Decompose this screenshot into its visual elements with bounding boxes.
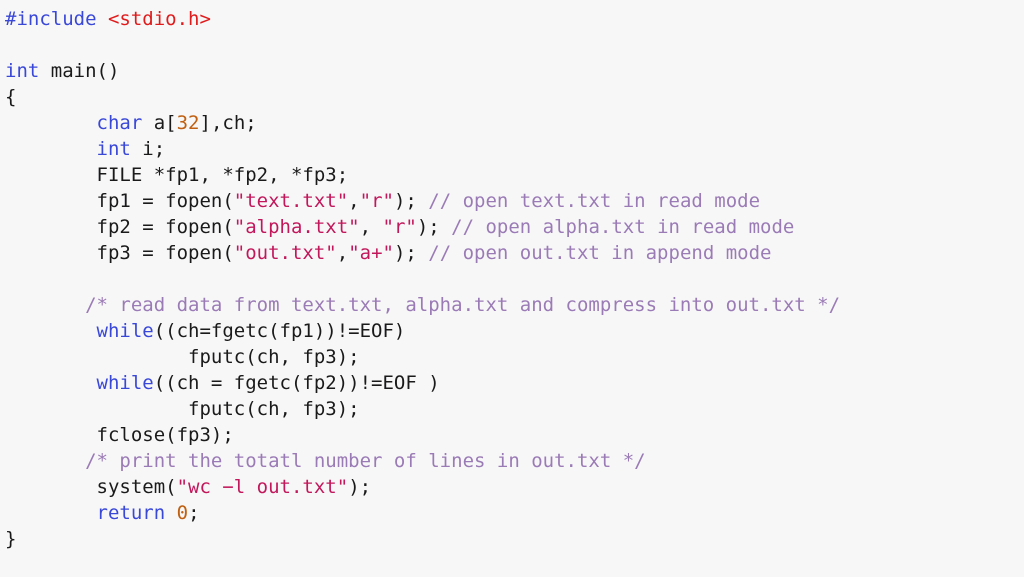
code-token-pln: ],ch; xyxy=(199,112,257,134)
code-token-str: "out.txt" xyxy=(233,242,337,264)
code-token-num: 32 xyxy=(176,112,200,134)
code-token-pln: ((ch = fgetc(fp2))!=EOF ) xyxy=(153,372,440,394)
code-token-pre: #include xyxy=(5,8,108,30)
code-line: fclose(fp3); xyxy=(5,422,1024,448)
code-token-pln: fputc(ch, fp3); xyxy=(5,398,360,420)
code-token-pln xyxy=(5,502,97,524)
code-line: char a[32],ch; xyxy=(5,110,1024,136)
code-token-pln: ((ch=fgetc(fp1))!=EOF) xyxy=(153,320,406,342)
code-token-pln xyxy=(5,320,97,342)
code-token-pln: { xyxy=(5,86,17,108)
code-line: } xyxy=(5,526,1024,552)
code-token-pln xyxy=(5,450,85,472)
code-token-pln: ); xyxy=(393,190,429,212)
code-token-pln: ); xyxy=(393,242,429,264)
code-line: FILE *fp1, *fp2, *fp3; xyxy=(5,162,1024,188)
code-token-pln: main() xyxy=(39,60,120,82)
code-token-num: 0 xyxy=(176,502,189,524)
code-token-pln: fclose(fp3); xyxy=(5,424,234,446)
code-token-pln xyxy=(165,502,176,524)
code-line: fp3 = fopen("out.txt","a+"); // open out… xyxy=(5,240,1024,266)
code-line: /* print the totatl number of lines in o… xyxy=(5,448,1024,474)
code-token-pln: FILE *fp1, *fp2, *fp3; xyxy=(5,164,349,186)
code-token-pln xyxy=(5,372,97,394)
code-token-kw: int xyxy=(96,138,131,160)
code-token-com: /* read data from text.txt, alpha.txt an… xyxy=(85,294,841,316)
code-token-pln: } xyxy=(5,528,17,550)
code-token-str: "r" xyxy=(382,216,417,238)
code-token-pln: , xyxy=(359,216,383,238)
code-line: #include <stdio.h> xyxy=(5,6,1024,32)
code-token-pln xyxy=(5,138,97,160)
code-token-kw: char xyxy=(96,112,143,134)
code-token-kw: while xyxy=(96,320,154,342)
code-line: { xyxy=(5,84,1024,110)
code-token-kw: int xyxy=(5,60,40,82)
code-token-pln xyxy=(5,112,97,134)
code-token-pln: system( xyxy=(5,476,177,498)
code-token-com: // open out.txt in append mode xyxy=(428,242,772,264)
code-token-str: "text.txt" xyxy=(233,190,349,212)
code-token-hdr: <stdio.h> xyxy=(107,8,211,30)
code-token-pln: ); xyxy=(416,216,452,238)
code-token-str: "a+" xyxy=(348,242,394,264)
code-line: /* read data from text.txt, alpha.txt an… xyxy=(5,292,1024,318)
code-token-pln: fp1 = fopen( xyxy=(5,190,234,212)
code-token-pln: i; xyxy=(130,138,166,160)
code-token-kw: while xyxy=(96,372,154,394)
code-line: int main() xyxy=(5,58,1024,84)
code-line: while((ch = fgetc(fp2))!=EOF ) xyxy=(5,370,1024,396)
code-line: while((ch=fgetc(fp1))!=EOF) xyxy=(5,318,1024,344)
code-token-pln xyxy=(5,294,85,316)
code-token-pln: fp2 = fopen( xyxy=(5,216,234,238)
code-line: fputc(ch, fp3); xyxy=(5,396,1024,422)
code-token-pln: , xyxy=(336,242,349,264)
code-token-com: /* print the totatl number of lines in o… xyxy=(85,450,646,472)
code-token-com: // open text.txt in read mode xyxy=(428,190,761,212)
code-line: system("wc −l out.txt"); xyxy=(5,474,1024,500)
code-token-pln: ); xyxy=(348,476,372,498)
code-line: return 0; xyxy=(5,500,1024,526)
code-token-pln: a[ xyxy=(142,112,177,134)
code-token-pln: , xyxy=(348,190,360,212)
code-token-com: // open alpha.txt in read mode xyxy=(451,216,795,238)
code-token-pln: fputc(ch, fp3); xyxy=(5,346,360,368)
code-line: int i; xyxy=(5,136,1024,162)
code-token-pln: fp3 = fopen( xyxy=(5,242,234,264)
code-token-str: "alpha.txt" xyxy=(233,216,360,238)
code-editor-source[interactable]: #include <stdio.h> int main(){ char a[32… xyxy=(0,0,1024,577)
code-line: fp1 = fopen("text.txt","r"); // open tex… xyxy=(5,188,1024,214)
code-token-str: "r" xyxy=(359,190,394,212)
code-token-str: "wc −l out.txt" xyxy=(176,476,349,498)
code-line: fputc(ch, fp3); xyxy=(5,344,1024,370)
code-token-kw: return xyxy=(96,502,166,524)
code-token-pln: ; xyxy=(188,502,200,524)
code-line: fp2 = fopen("alpha.txt", "r"); // open a… xyxy=(5,214,1024,240)
